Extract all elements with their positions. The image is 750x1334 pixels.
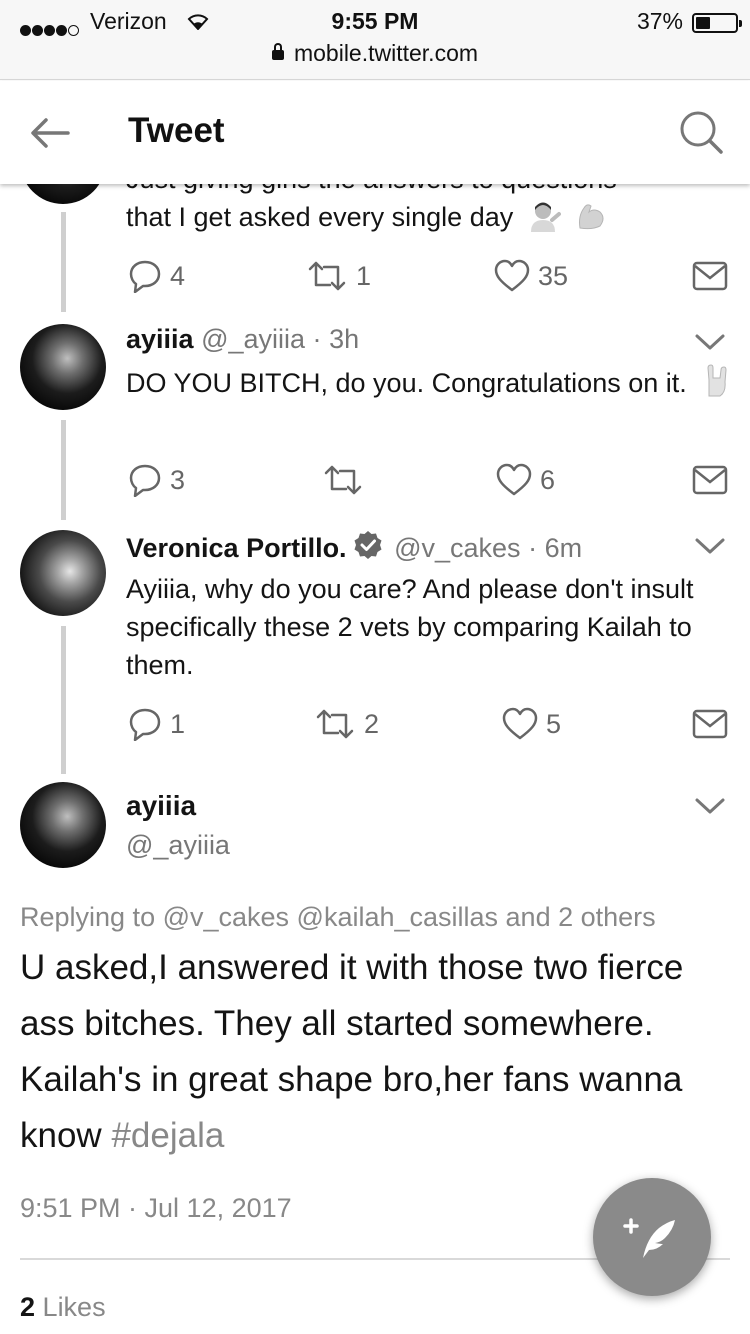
thread-line xyxy=(61,420,66,520)
retweet-button[interactable]: 1 xyxy=(306,256,371,296)
author-handle[interactable]: @v_cakes xyxy=(394,533,520,563)
tweet-page: Verizon 9:55 PM 37% mobile.twitter.com T… xyxy=(0,0,750,1334)
tweet-age: 3h xyxy=(329,324,360,354)
tweet-actions: 4 1 35 xyxy=(126,256,736,296)
retweet-icon xyxy=(308,261,346,291)
hashtag-link[interactable]: #dejala xyxy=(111,1116,224,1155)
heart-icon xyxy=(494,259,530,292)
meta-separator: · xyxy=(528,533,538,563)
address-bar[interactable]: mobile.twitter.com xyxy=(0,40,750,67)
tweet-timestamp: 9:51 PM · Jul 12, 2017 xyxy=(20,1193,292,1223)
flexed-biceps-emoji-icon xyxy=(579,204,604,230)
heart-icon xyxy=(502,707,538,740)
heart-icon xyxy=(496,463,532,496)
like-button[interactable]: 6 xyxy=(496,460,555,500)
envelope-icon xyxy=(692,261,728,291)
reply-icon xyxy=(129,260,161,293)
chevron-down-icon[interactable] xyxy=(694,536,726,556)
compose-feather-icon xyxy=(623,1218,675,1258)
author-name[interactable]: ayiiia xyxy=(126,790,196,822)
reply-button[interactable]: 4 xyxy=(128,256,185,296)
reply-button[interactable]: 1 xyxy=(128,704,185,744)
author-name[interactable]: Veronica Portillo. xyxy=(126,533,347,563)
arrow-left-icon[interactable] xyxy=(26,113,74,153)
replying-to[interactable]: Replying to @v_cakes @kailah_casillas an… xyxy=(20,902,656,933)
direct-message-button[interactable] xyxy=(692,460,736,500)
direct-message-button[interactable] xyxy=(692,704,736,744)
app-header: Tweet xyxy=(0,81,750,184)
tweet-text: DO YOU BITCH, do you. Congratulations on… xyxy=(126,364,736,402)
compose-button[interactable] xyxy=(593,1178,711,1296)
author-handle[interactable]: @_ayiiia xyxy=(126,830,230,861)
verified-badge-icon xyxy=(354,531,382,559)
tweet-actions: 1 2 5 xyxy=(126,704,736,744)
thread-line xyxy=(61,212,66,312)
reply-icon xyxy=(129,708,161,741)
avatar[interactable] xyxy=(20,782,106,868)
envelope-icon xyxy=(692,709,728,739)
reply-icon xyxy=(129,464,161,497)
author-handle[interactable]: @_ayiiia xyxy=(201,324,305,354)
chevron-down-icon[interactable] xyxy=(694,332,726,352)
url-text: mobile.twitter.com xyxy=(293,40,479,66)
like-button[interactable]: 35 xyxy=(494,256,568,296)
retweet-button[interactable]: 2 xyxy=(314,704,379,744)
avatar[interactable] xyxy=(20,530,106,616)
retweet-button[interactable] xyxy=(322,460,372,500)
status-bar: Verizon 9:55 PM 37% mobile.twitter.com xyxy=(0,0,750,80)
lock-icon xyxy=(271,43,284,60)
like-button[interactable]: 5 xyxy=(502,704,561,744)
tweet-text: U asked,I answered it with those two fie… xyxy=(20,948,684,1155)
sign-of-horns-emoji-icon xyxy=(707,364,727,397)
chevron-down-icon[interactable] xyxy=(694,796,726,816)
battery-icon xyxy=(692,13,742,33)
retweet-icon xyxy=(316,709,354,739)
tweet-text: that I get asked every single day xyxy=(126,198,736,236)
direct-message-button[interactable] xyxy=(692,256,736,296)
avatar[interactable] xyxy=(20,324,106,410)
reply-button[interactable]: 3 xyxy=(128,460,185,500)
battery-percent: 37% xyxy=(636,8,683,34)
thread-line xyxy=(61,626,66,774)
envelope-icon xyxy=(692,465,728,495)
tweet-age: 6m xyxy=(544,533,583,563)
page-title: Tweet xyxy=(128,111,225,150)
retweet-icon xyxy=(324,465,362,495)
author-name[interactable]: ayiiia xyxy=(126,324,194,354)
likes-count[interactable]: 2 Likes xyxy=(20,1292,106,1323)
woman-tipping-hand-emoji-icon xyxy=(530,202,561,232)
tweet-text: Ayiiia, why do you care? And please don'… xyxy=(126,574,694,680)
search-icon[interactable] xyxy=(678,109,724,155)
tweet-actions: 3 6 xyxy=(126,460,736,500)
meta-separator: · xyxy=(312,324,322,354)
